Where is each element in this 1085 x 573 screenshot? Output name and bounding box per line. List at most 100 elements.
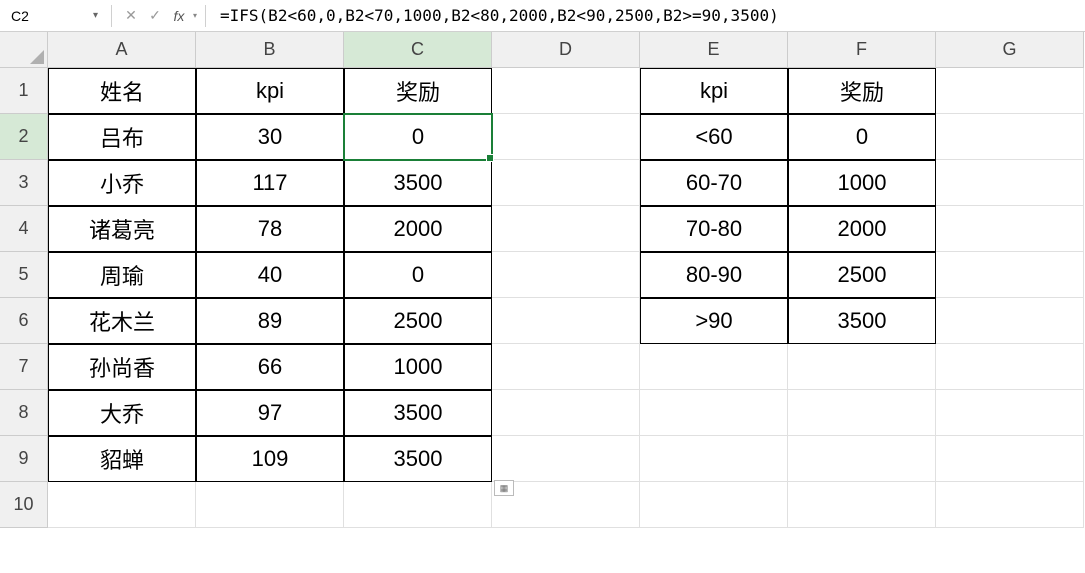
cell-F2[interactable]: 0: [788, 114, 936, 160]
cell-E2[interactable]: <60: [640, 114, 788, 160]
cell-D8[interactable]: [492, 390, 640, 436]
cell-F3[interactable]: 1000: [788, 160, 936, 206]
select-all-corner[interactable]: [0, 32, 48, 68]
cell-B10[interactable]: [196, 482, 344, 528]
row-header-9[interactable]: 9: [0, 436, 48, 482]
name-box[interactable]: C2 ▾: [2, 3, 107, 29]
cell-B4[interactable]: 78: [196, 206, 344, 252]
column-header-E[interactable]: E: [640, 32, 788, 68]
cell-E9[interactable]: [640, 436, 788, 482]
cell-D4[interactable]: [492, 206, 640, 252]
cell-C1[interactable]: 奖励: [344, 68, 492, 114]
cell-C7[interactable]: 1000: [344, 344, 492, 390]
cell-G3[interactable]: [936, 160, 1084, 206]
cell-B2[interactable]: 30: [196, 114, 344, 160]
row-header-7[interactable]: 7: [0, 344, 48, 390]
cell-A9[interactable]: 貂蝉: [48, 436, 196, 482]
cell-C2[interactable]: 0: [344, 114, 492, 160]
column-header-G[interactable]: G: [936, 32, 1084, 68]
cell-A8[interactable]: 大乔: [48, 390, 196, 436]
cell-A10[interactable]: [48, 482, 196, 528]
row-header-10[interactable]: 10: [0, 482, 48, 528]
cell-E8[interactable]: [640, 390, 788, 436]
row-header-2[interactable]: 2: [0, 114, 48, 160]
cell-G8[interactable]: [936, 390, 1084, 436]
cell-F4[interactable]: 2000: [788, 206, 936, 252]
cell-A2[interactable]: 吕布: [48, 114, 196, 160]
chevron-down-icon[interactable]: ▾: [193, 11, 197, 20]
formula-controls: ✕ ✓ fx ▾: [116, 5, 201, 27]
cell-E6[interactable]: >90: [640, 298, 788, 344]
cell-A4[interactable]: 诸葛亮: [48, 206, 196, 252]
cell-G4[interactable]: [936, 206, 1084, 252]
cell-B1[interactable]: kpi: [196, 68, 344, 114]
row-header-4[interactable]: 4: [0, 206, 48, 252]
cell-D5[interactable]: [492, 252, 640, 298]
cell-E4[interactable]: 70-80: [640, 206, 788, 252]
cancel-icon[interactable]: ✕: [120, 5, 142, 27]
cell-E1[interactable]: kpi: [640, 68, 788, 114]
chevron-down-icon[interactable]: ▾: [93, 10, 98, 21]
cell-A6[interactable]: 花木兰: [48, 298, 196, 344]
cell-E3[interactable]: 60-70: [640, 160, 788, 206]
accept-icon[interactable]: ✓: [144, 5, 166, 27]
cell-F9[interactable]: [788, 436, 936, 482]
cell-D6[interactable]: [492, 298, 640, 344]
cell-C3[interactable]: 3500: [344, 160, 492, 206]
column-header-F[interactable]: F: [788, 32, 936, 68]
cell-A5[interactable]: 周瑜: [48, 252, 196, 298]
cell-E10[interactable]: [640, 482, 788, 528]
cell-D1[interactable]: [492, 68, 640, 114]
cell-B8[interactable]: 97: [196, 390, 344, 436]
cell-A3[interactable]: 小乔: [48, 160, 196, 206]
cell-D9[interactable]: [492, 436, 640, 482]
cell-B3[interactable]: 117: [196, 160, 344, 206]
cell-B6[interactable]: 89: [196, 298, 344, 344]
cell-G10[interactable]: [936, 482, 1084, 528]
cell-F1[interactable]: 奖励: [788, 68, 936, 114]
cell-C4[interactable]: 2000: [344, 206, 492, 252]
column-header-A[interactable]: A: [48, 32, 196, 68]
cell-D10[interactable]: [492, 482, 640, 528]
row-header-8[interactable]: 8: [0, 390, 48, 436]
row-header-1[interactable]: 1: [0, 68, 48, 114]
column-header-D[interactable]: D: [492, 32, 640, 68]
cell-F7[interactable]: [788, 344, 936, 390]
cell-F6[interactable]: 3500: [788, 298, 936, 344]
row-header-6[interactable]: 6: [0, 298, 48, 344]
column-header-B[interactable]: B: [196, 32, 344, 68]
row-header-5[interactable]: 5: [0, 252, 48, 298]
cell-C9[interactable]: 3500: [344, 436, 492, 482]
formula-input[interactable]: =IFS(B2<60,0,B2<70,1000,B2<80,2000,B2<90…: [210, 0, 1083, 31]
cell-D7[interactable]: [492, 344, 640, 390]
spreadsheet[interactable]: ABCDEFG1姓名kpi奖励kpi奖励2吕布300<6003小乔1173500…: [0, 32, 1085, 528]
fx-icon[interactable]: fx: [168, 5, 190, 27]
cell-G2[interactable]: [936, 114, 1084, 160]
cell-B7[interactable]: 66: [196, 344, 344, 390]
cell-F5[interactable]: 2500: [788, 252, 936, 298]
autofill-options-icon[interactable]: ▦: [494, 480, 514, 496]
cell-B5[interactable]: 40: [196, 252, 344, 298]
cell-G6[interactable]: [936, 298, 1084, 344]
cell-G1[interactable]: [936, 68, 1084, 114]
row-header-3[interactable]: 3: [0, 160, 48, 206]
cell-D3[interactable]: [492, 160, 640, 206]
cell-G9[interactable]: [936, 436, 1084, 482]
cell-C8[interactable]: 3500: [344, 390, 492, 436]
cell-C5[interactable]: 0: [344, 252, 492, 298]
cell-A7[interactable]: 孙尚香: [48, 344, 196, 390]
cell-G7[interactable]: [936, 344, 1084, 390]
cell-E5[interactable]: 80-90: [640, 252, 788, 298]
cell-F10[interactable]: [788, 482, 936, 528]
divider: [205, 5, 206, 27]
cell-A1[interactable]: 姓名: [48, 68, 196, 114]
cell-E7[interactable]: [640, 344, 788, 390]
cell-G5[interactable]: [936, 252, 1084, 298]
cell-reference: C2: [11, 8, 29, 24]
column-header-C[interactable]: C: [344, 32, 492, 68]
cell-F8[interactable]: [788, 390, 936, 436]
cell-B9[interactable]: 109: [196, 436, 344, 482]
cell-C10[interactable]: [344, 482, 492, 528]
cell-C6[interactable]: 2500: [344, 298, 492, 344]
cell-D2[interactable]: [492, 114, 640, 160]
